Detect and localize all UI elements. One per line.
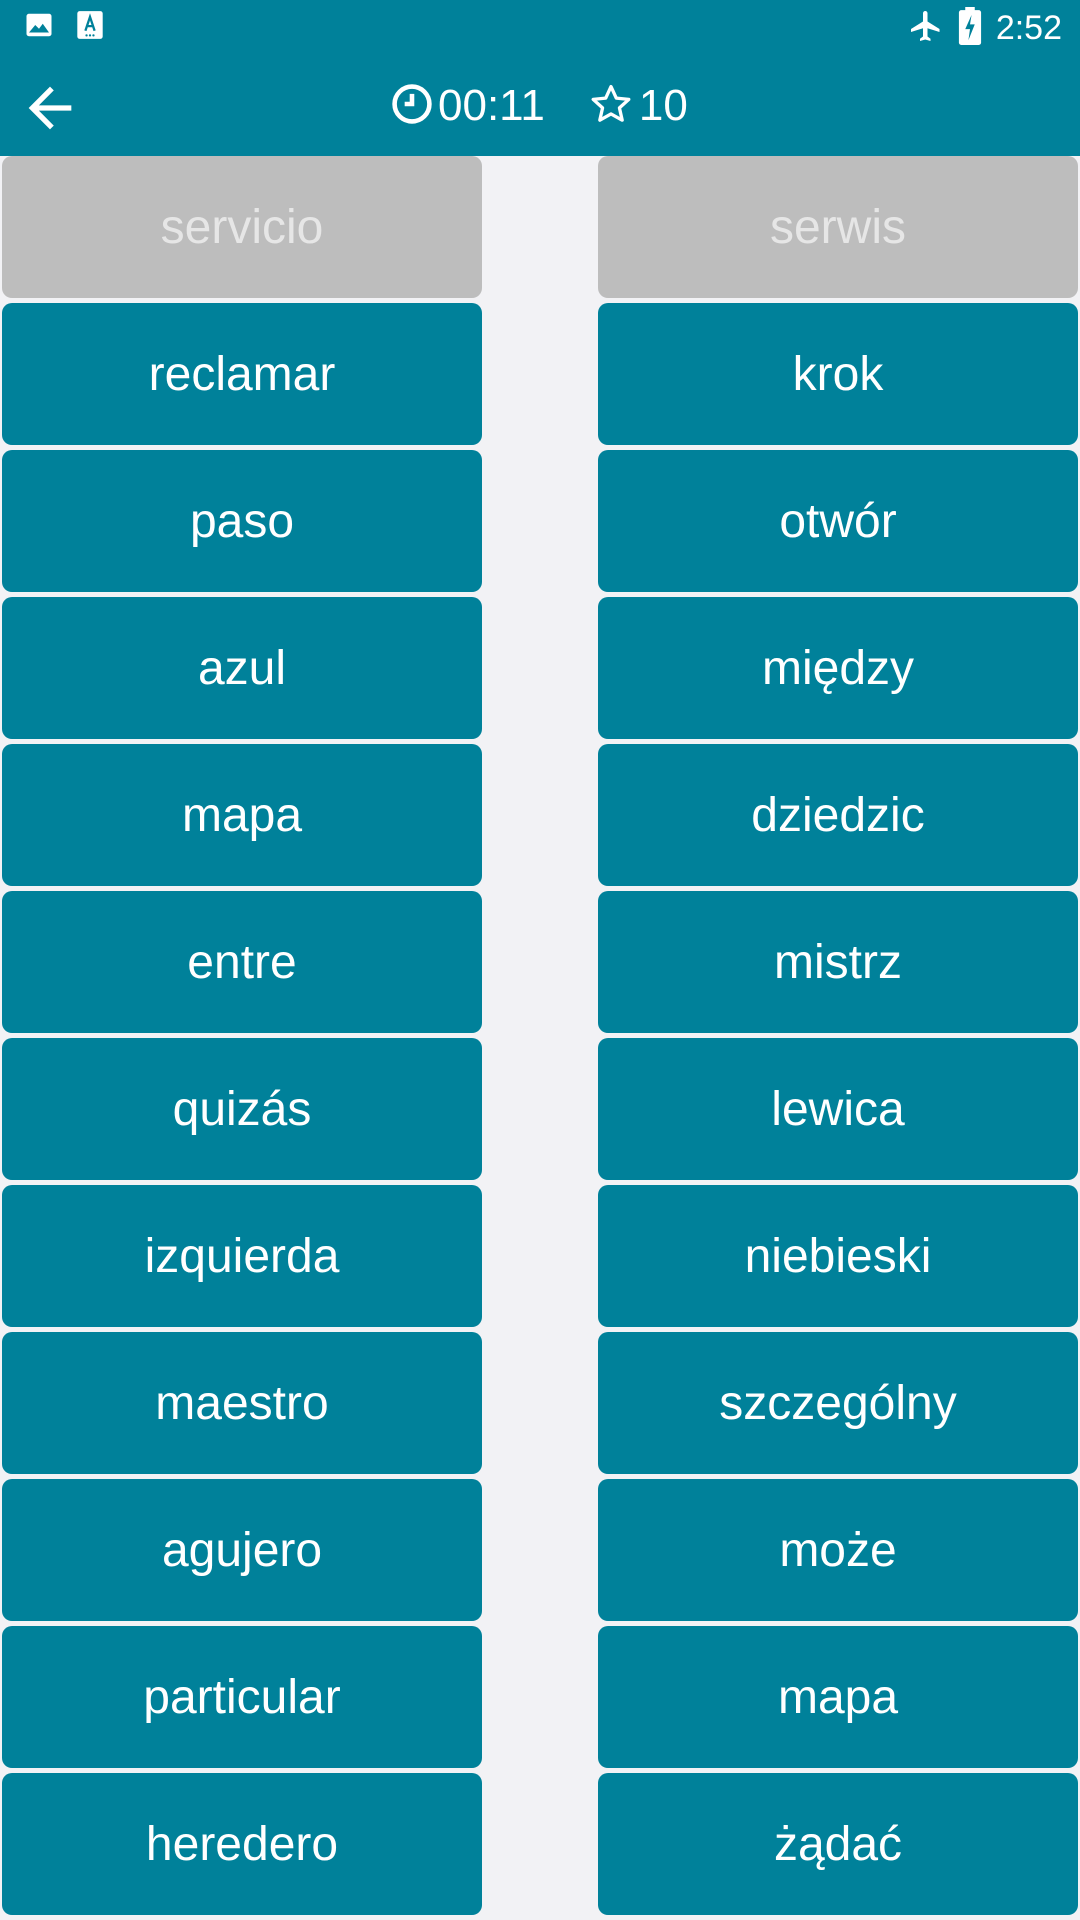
left-word-tile[interactable]: agujero (2, 1479, 482, 1621)
left-word-tile[interactable]: entre (2, 891, 482, 1033)
word-match-board: servicio reclamar paso azul mapa entre quizás i… (0, 156, 1080, 1920)
right-word-tile[interactable]: otwór (598, 450, 1078, 592)
left-word-tile[interactable]: maestro (2, 1332, 482, 1474)
right-word-tile[interactable]: serwis (598, 156, 1078, 298)
back-button[interactable] (18, 76, 82, 140)
right-word-tile[interactable]: między (598, 597, 1078, 739)
star-outline-icon (589, 82, 633, 131)
clock-icon (390, 82, 434, 131)
right-word-tile[interactable]: mapa (598, 1626, 1078, 1768)
timer: 00:11 (390, 78, 545, 134)
right-word-tile[interactable]: niebieski (598, 1185, 1078, 1327)
right-word-tile[interactable]: krok (598, 303, 1078, 445)
right-word-tile[interactable]: dziedzic (598, 744, 1078, 886)
score: 10 (589, 78, 688, 134)
image-icon (24, 10, 54, 45)
left-word-tile[interactable]: paso (2, 450, 482, 592)
right-word-tile[interactable]: mistrz (598, 891, 1078, 1033)
left-word-tile[interactable]: quizás (2, 1038, 482, 1180)
left-word-tile[interactable]: reclamar (2, 303, 482, 445)
timer-value: 00:11 (438, 81, 545, 130)
airplane-icon (908, 8, 944, 49)
left-word-tile[interactable]: mapa (2, 744, 482, 886)
right-word-tile[interactable]: może (598, 1479, 1078, 1621)
right-word-tile[interactable]: żądać (598, 1773, 1078, 1915)
toolbar: 00:11 10 (0, 56, 1080, 156)
left-word-tile[interactable]: heredero (2, 1773, 482, 1915)
left-word-tile[interactable]: particular (2, 1626, 482, 1768)
font-download-icon (76, 10, 104, 45)
left-word-tile[interactable]: servicio (2, 156, 482, 298)
right-word-tile[interactable]: szczególny (598, 1332, 1078, 1474)
left-word-tile[interactable]: azul (2, 597, 482, 739)
status-bar: 2:52 (0, 0, 1080, 56)
left-word-tile[interactable]: izquierda (2, 1185, 482, 1327)
score-value: 10 (638, 81, 688, 130)
status-time: 2:52 (995, 9, 1062, 47)
right-word-tile[interactable]: lewica (598, 1038, 1078, 1180)
battery-charging-icon (958, 6, 982, 50)
back-arrow-icon (18, 86, 82, 144)
